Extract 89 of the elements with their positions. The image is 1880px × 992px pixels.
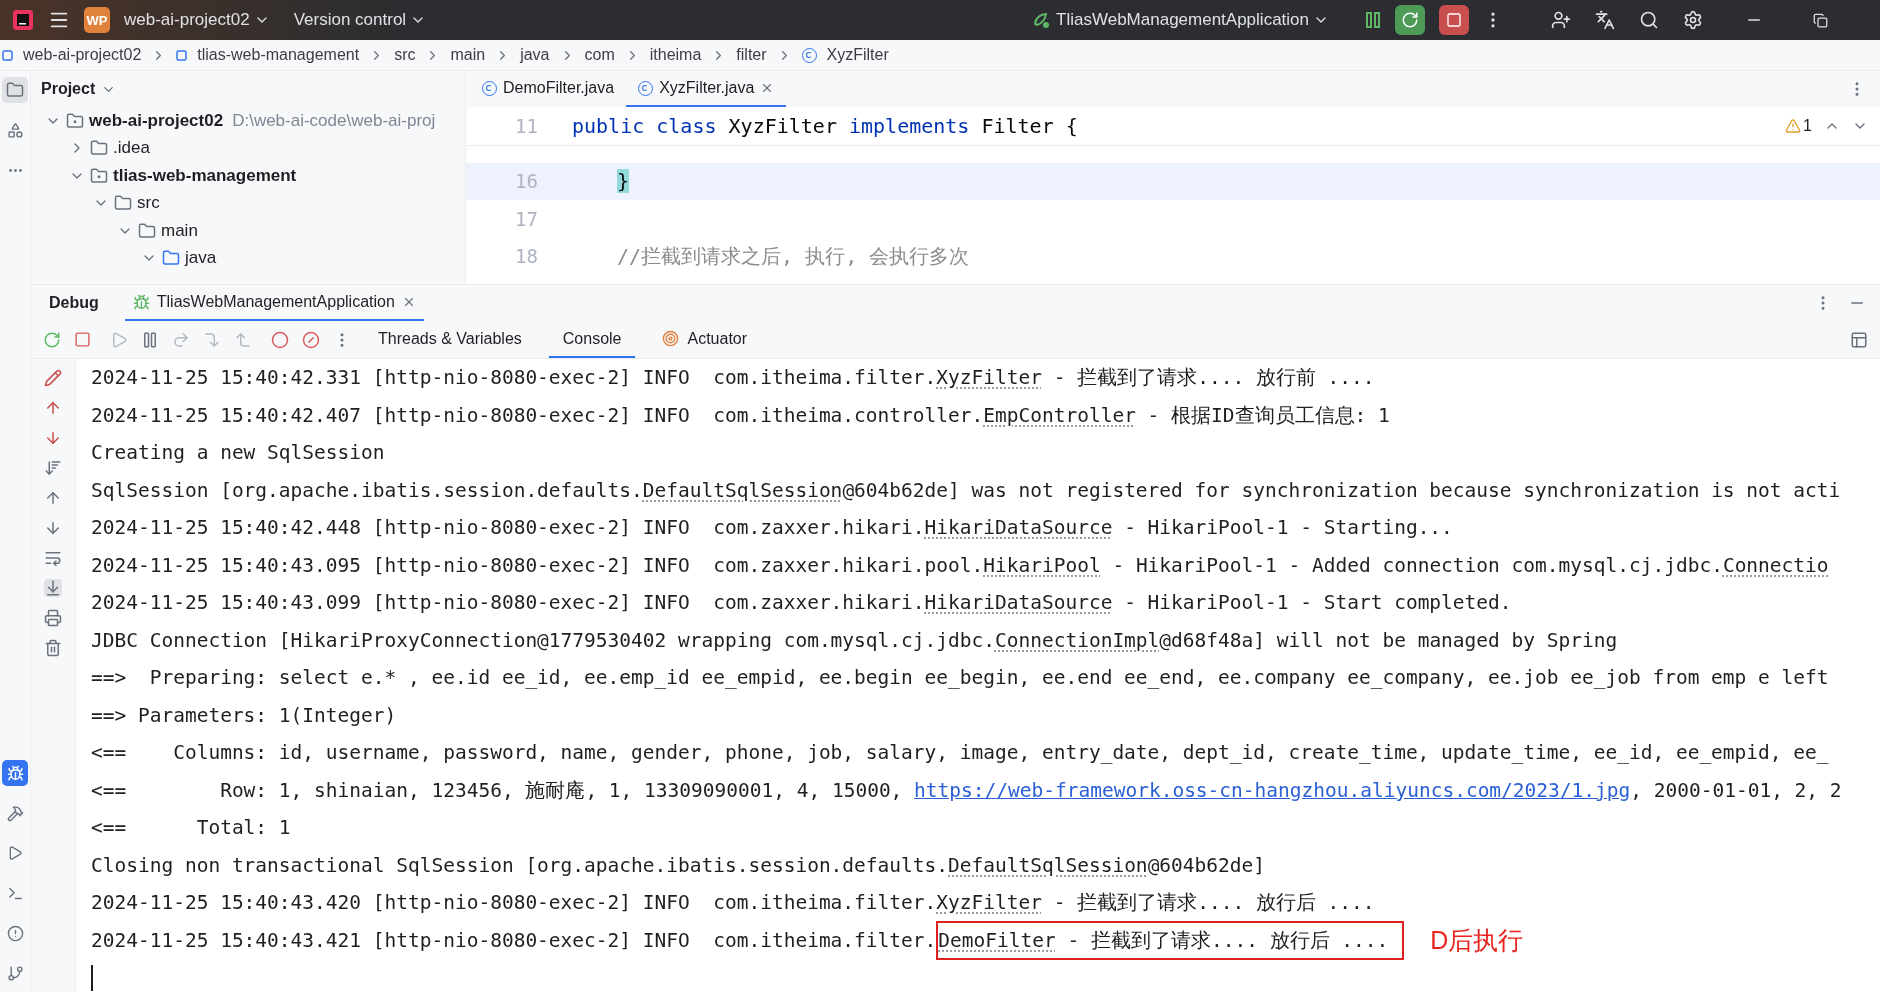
log-text: 2024-11-25 15:40:43.421 [http-nio-8080-exec-2] INFO com.itheima.filter. [91,928,937,952]
text-cursor [91,965,93,991]
stop-button[interactable] [1439,5,1469,35]
folder-icon [66,111,84,130]
folder-icon [90,139,108,158]
breadcrumb-item[interactable]: tlias-web-management [197,46,360,64]
editor-tab[interactable]: DemoFilter.java [470,71,627,107]
log-line: 2024-11-25 15:40:43.095 [http-nio-8080-exec-2] INFO com.zaxxer.hikari.pool.HikariPool - HikariPool-1 - Added connection com.mysql.cj.jdbc.Connectio [91,552,1830,579]
wrap-icon[interactable] [44,549,62,567]
log-text: , 2000-01-01, 2, 2 [1630,778,1842,802]
log-line: Creating a new SqlSession [91,440,386,466]
print-icon[interactable] [44,609,62,627]
line-number: 11 [514,114,539,137]
debug-icon[interactable] [2,760,28,786]
folder-icon [138,221,156,240]
log-line: JDBC Connection [HikariProxyConnection@1779530402 wrapping com.mysql.cj.jdbc.ConnectionImpl@d68f48a] will not be managed by Spring [91,627,1619,654]
stop-icon [1446,12,1462,28]
highlight-box: DemoFilter - 拦截到了请求.... 放行后 .... [936,920,1405,960]
project-badge: WP [84,7,110,33]
settings-icon[interactable] [1683,10,1703,30]
actuator-icon [662,330,680,347]
tree-item[interactable]: src [137,193,160,214]
log-text: <== Row: 1, shinaian, 123456, 施耐庵, 1, 13309090001, 4, 15000, [91,777,904,804]
add-user-icon[interactable] [1551,10,1571,30]
log-line: 2024-11-25 15:40:42.448 [http-nio-8080-exec-2] INFO com.zaxxer.hikari.HikariDataSource - HikariPool-1 - Starting... [91,515,1454,541]
scroll-to-end-icon[interactable] [44,579,62,597]
folder-icon [90,166,108,185]
tree-item[interactable]: main [161,220,198,241]
annotation-text: D后执行 [1430,924,1524,956]
project-menu[interactable]: web-ai-project02 [124,10,270,30]
log-line: 2024-11-25 15:40:42.331 [http-nio-8080-exec-2] INFO com.itheima.filter.XyzFilter - 拦截到了请求.... 放行前 .... [91,365,1376,391]
module-icon [176,49,188,61]
project-icon[interactable] [2,77,28,103]
restore-icon[interactable] [1813,12,1828,28]
down-arrow-icon[interactable] [44,429,62,447]
search-icon[interactable] [1639,10,1659,30]
code-line: //拦截到请求之后, 执行, 会执行多次 [616,242,970,270]
pause-icon[interactable] [1365,11,1381,29]
log-line: 2024-11-25 15:40:43.099 [http-nio-8080-exec-2] INFO com.zaxxer.hikari.HikariDataSource - HikariPool-1 - Start completed. [91,590,1513,616]
translate-icon[interactable] [1595,10,1615,30]
breadcrumb-item[interactable]: src [394,46,416,64]
breadcrumb-item[interactable]: com [584,46,615,64]
panel-title: Debug [49,294,99,312]
vcs-menu[interactable]: Version control [293,10,427,30]
breadcrumb-item[interactable]: web-ai-project02 [23,46,142,64]
run-config-menu[interactable]: TliasWebManagementApplication [1032,10,1329,30]
breakpoints-icon[interactable] [271,330,289,349]
project-view-menu[interactable]: Project [41,80,117,98]
log-line: ==> Preparing: select e.* , ee.id ee_id, ee.emp_id ee_empid, ee.begin ee_begin, ee.end ee_end, ee.company ee_company, ee.job ee_job from emp e left [91,665,1830,691]
rerun-icon [1401,11,1419,29]
trash-icon[interactable] [44,639,62,657]
edit-icon[interactable] [44,369,62,387]
tree-item[interactable]: tlias-web-management [113,165,297,186]
line-number: 17 [514,207,539,230]
tree-item[interactable]: java [185,248,217,269]
breadcrumb-item[interactable]: main [450,46,486,64]
log-line: SqlSession [org.apache.ibatis.session.defaults.DefaultSqlSession@604b62de] was not registered for synchronization because synchronization is not acti [91,477,1842,504]
breadcrumb-item[interactable]: java [520,46,550,64]
log-line: 2024-11-25 15:40:42.407 [http-nio-8080-exec-2] INFO com.itheima.controller.EmpController - 根据ID查询员工信息: 1 [91,402,1391,429]
app-logo[interactable] [12,9,34,31]
pause-icon[interactable] [141,330,159,349]
code-line: public class XyzFilter implements Filter { [572,113,1078,138]
line-number: 18 [514,245,539,268]
layout-icon[interactable] [1850,330,1868,349]
log-line: <== Total: 1 [91,815,292,841]
module-icon [2,49,13,61]
debug-tab[interactable]: Actuator [648,321,762,358]
line-number: 16 [514,170,539,193]
log-line: 2024-11-25 15:40:43.420 [http-nio-8080-exec-2] INFO com.itheima.filter.XyzFilter - 拦截到了请求.... 放行后 .... [91,890,1376,916]
debug-tab[interactable]: Threads & Variables [364,321,536,358]
sort-icon[interactable] [44,459,62,477]
folder-icon [162,249,180,268]
folder-icon [114,194,132,213]
breadcrumb-item[interactable]: itheima [649,46,702,64]
tree-item[interactable]: web-ai-project02 [89,110,224,131]
log-link[interactable]: https://web-framework.oss-cn-hangzhou.aliyuncs.com/2023/1.jpg [914,778,1631,802]
breadcrumb-item[interactable]: filter [736,46,767,64]
bug-icon [132,293,150,311]
stop-icon[interactable] [74,331,91,348]
breadcrumb-item[interactable]: XyzFilter [826,46,889,64]
project-path: D:\web-ai-code\web-ai-proj [232,110,436,131]
down-arrow-icon[interactable] [44,519,62,537]
log-line: ==> Parameters: 1(Integer) [91,702,398,729]
mute-breakpoints-icon[interactable] [302,330,320,349]
log-line: <== Columns: id, username, password, name, gender, phone, job, salary, image, entry_date, dept_id, create_time, update_time, ee_id, ee_empid, ee_ [91,740,1830,766]
rerun-button[interactable] [1395,5,1425,35]
warning-count[interactable]: 1 [1785,116,1812,135]
log-line: Closing non transactional SqlSession [org.apache.ibatis.session.defaults.DefaultSqlSession@604b62de] [91,852,1267,879]
tree-item[interactable]: .idea [113,138,150,159]
